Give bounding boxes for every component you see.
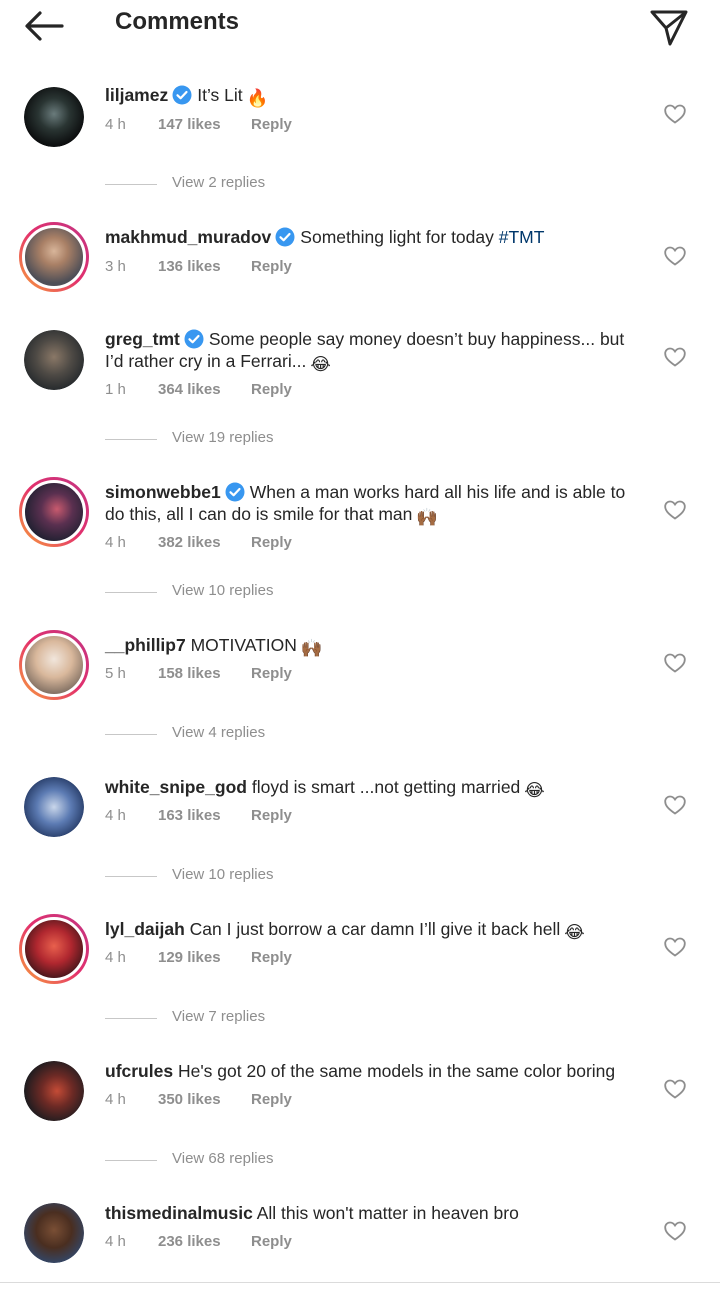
avatar[interactable]	[24, 87, 84, 147]
username[interactable]: lyl_daijah	[105, 919, 185, 939]
comment-text: He's got 20 of the same models in the sa…	[177, 1061, 616, 1081]
avatar[interactable]	[19, 914, 89, 984]
likes-count[interactable]: 382 likes	[158, 534, 221, 551]
verified-badge-icon	[275, 227, 295, 247]
avatar[interactable]	[19, 477, 89, 547]
timestamp: 4 h	[105, 116, 126, 133]
hashtag-link[interactable]: #TMT	[499, 227, 545, 247]
heart-icon[interactable]	[664, 1079, 686, 1099]
view-replies-label: View 10 replies	[172, 866, 274, 883]
view-replies-button[interactable]: View 4 replies	[105, 724, 405, 744]
likes-count[interactable]: 129 likes	[158, 949, 221, 966]
timestamp: 1 h	[105, 381, 126, 398]
view-replies-button[interactable]: View 10 replies	[105, 582, 405, 602]
reply-button[interactable]: Reply	[251, 534, 292, 551]
divider	[105, 1160, 157, 1161]
view-replies-label: View 2 replies	[172, 174, 266, 191]
divider	[105, 734, 157, 735]
reply-button[interactable]: Reply	[251, 116, 292, 133]
laughing-emoji: 😂	[310, 354, 331, 374]
avatar[interactable]	[24, 1203, 84, 1263]
divider	[105, 592, 157, 593]
laughing-emoji: 😂	[564, 922, 585, 942]
reply-button[interactable]: Reply	[251, 665, 292, 682]
username[interactable]: ufcrules	[105, 1061, 173, 1081]
timestamp: 4 h	[105, 807, 126, 824]
avatar[interactable]	[19, 222, 89, 292]
heart-icon[interactable]	[664, 347, 686, 367]
timestamp: 4 h	[105, 1091, 126, 1108]
avatar[interactable]	[24, 1061, 84, 1121]
timestamp: 4 h	[105, 1233, 126, 1250]
avatar[interactable]	[24, 330, 84, 390]
timestamp: 5 h	[105, 665, 126, 682]
username[interactable]: __phillip7	[105, 635, 186, 655]
view-replies-label: View 4 replies	[172, 724, 266, 741]
view-replies-button[interactable]: View 19 replies	[105, 429, 405, 449]
view-replies-button[interactable]: View 10 replies	[105, 866, 405, 886]
avatar[interactable]	[24, 777, 84, 837]
likes-count[interactable]: 163 likes	[158, 807, 221, 824]
comment-text: It’s Lit	[197, 85, 243, 105]
comment-text: floyd is smart ...not getting married	[251, 777, 521, 797]
divider	[105, 876, 157, 877]
view-replies-label: View 68 replies	[172, 1150, 274, 1167]
comment-text: MOTIVATION	[190, 635, 297, 655]
username[interactable]: white_snipe_god	[105, 777, 247, 797]
heart-icon[interactable]	[664, 653, 686, 673]
avatar[interactable]	[19, 630, 89, 700]
heart-icon[interactable]	[664, 795, 686, 815]
view-replies-button[interactable]: View 7 replies	[105, 1008, 405, 1028]
page-title: Comments	[115, 8, 240, 35]
raising-hands-emoji: 🙌🏾	[416, 507, 439, 527]
likes-count[interactable]: 236 likes	[158, 1233, 221, 1250]
likes-count[interactable]: 136 likes	[158, 258, 221, 275]
arrow-left-icon[interactable]	[22, 8, 66, 44]
username[interactable]: greg_tmt	[105, 329, 180, 349]
username[interactable]: makhmud_muradov	[105, 227, 271, 247]
heart-icon[interactable]	[664, 500, 686, 520]
reply-button[interactable]: Reply	[251, 381, 292, 398]
heart-icon[interactable]	[664, 104, 686, 124]
verified-badge-icon	[172, 85, 192, 105]
comment-text: Something light for today	[300, 227, 499, 247]
view-replies-button[interactable]: View 2 replies	[105, 174, 405, 194]
likes-count[interactable]: 158 likes	[158, 665, 221, 682]
username[interactable]: liljamez	[105, 85, 168, 105]
view-replies-button[interactable]: View 68 replies	[105, 1150, 405, 1170]
timestamp: 4 h	[105, 534, 126, 551]
timestamp: 3 h	[105, 258, 126, 275]
timestamp: 4 h	[105, 949, 126, 966]
header-bar: Comments	[0, 0, 720, 50]
reply-button[interactable]: Reply	[251, 1233, 292, 1250]
heart-icon[interactable]	[664, 1221, 686, 1241]
raising-hands-emoji: 🙌🏾	[300, 638, 323, 658]
comment-text: Can I just borrow a car damn I’ll give i…	[189, 919, 561, 939]
verified-badge-icon	[184, 329, 204, 349]
view-replies-label: View 19 replies	[172, 429, 274, 446]
laughing-emoji: 😂	[524, 780, 545, 800]
view-replies-label: View 7 replies	[172, 1008, 266, 1025]
view-replies-label: View 10 replies	[172, 582, 274, 599]
comment-text: All this won't matter in heaven bro	[256, 1203, 519, 1223]
divider	[105, 439, 157, 440]
likes-count[interactable]: 350 likes	[158, 1091, 221, 1108]
verified-badge-icon	[225, 482, 245, 502]
reply-button[interactable]: Reply	[251, 949, 292, 966]
heart-icon[interactable]	[664, 937, 686, 957]
likes-count[interactable]: 147 likes	[158, 116, 221, 133]
divider	[105, 184, 157, 185]
reply-button[interactable]: Reply	[251, 1091, 292, 1108]
divider	[105, 1018, 157, 1019]
divider	[0, 1282, 720, 1283]
reply-button[interactable]: Reply	[251, 258, 292, 275]
username[interactable]: simonwebbe1	[105, 482, 221, 502]
paper-plane-icon[interactable]	[648, 6, 690, 48]
likes-count[interactable]: 364 likes	[158, 381, 221, 398]
username[interactable]: thismedinalmusic	[105, 1203, 253, 1223]
heart-icon[interactable]	[664, 246, 686, 266]
reply-button[interactable]: Reply	[251, 807, 292, 824]
fire-emoji: 🔥	[246, 88, 269, 108]
